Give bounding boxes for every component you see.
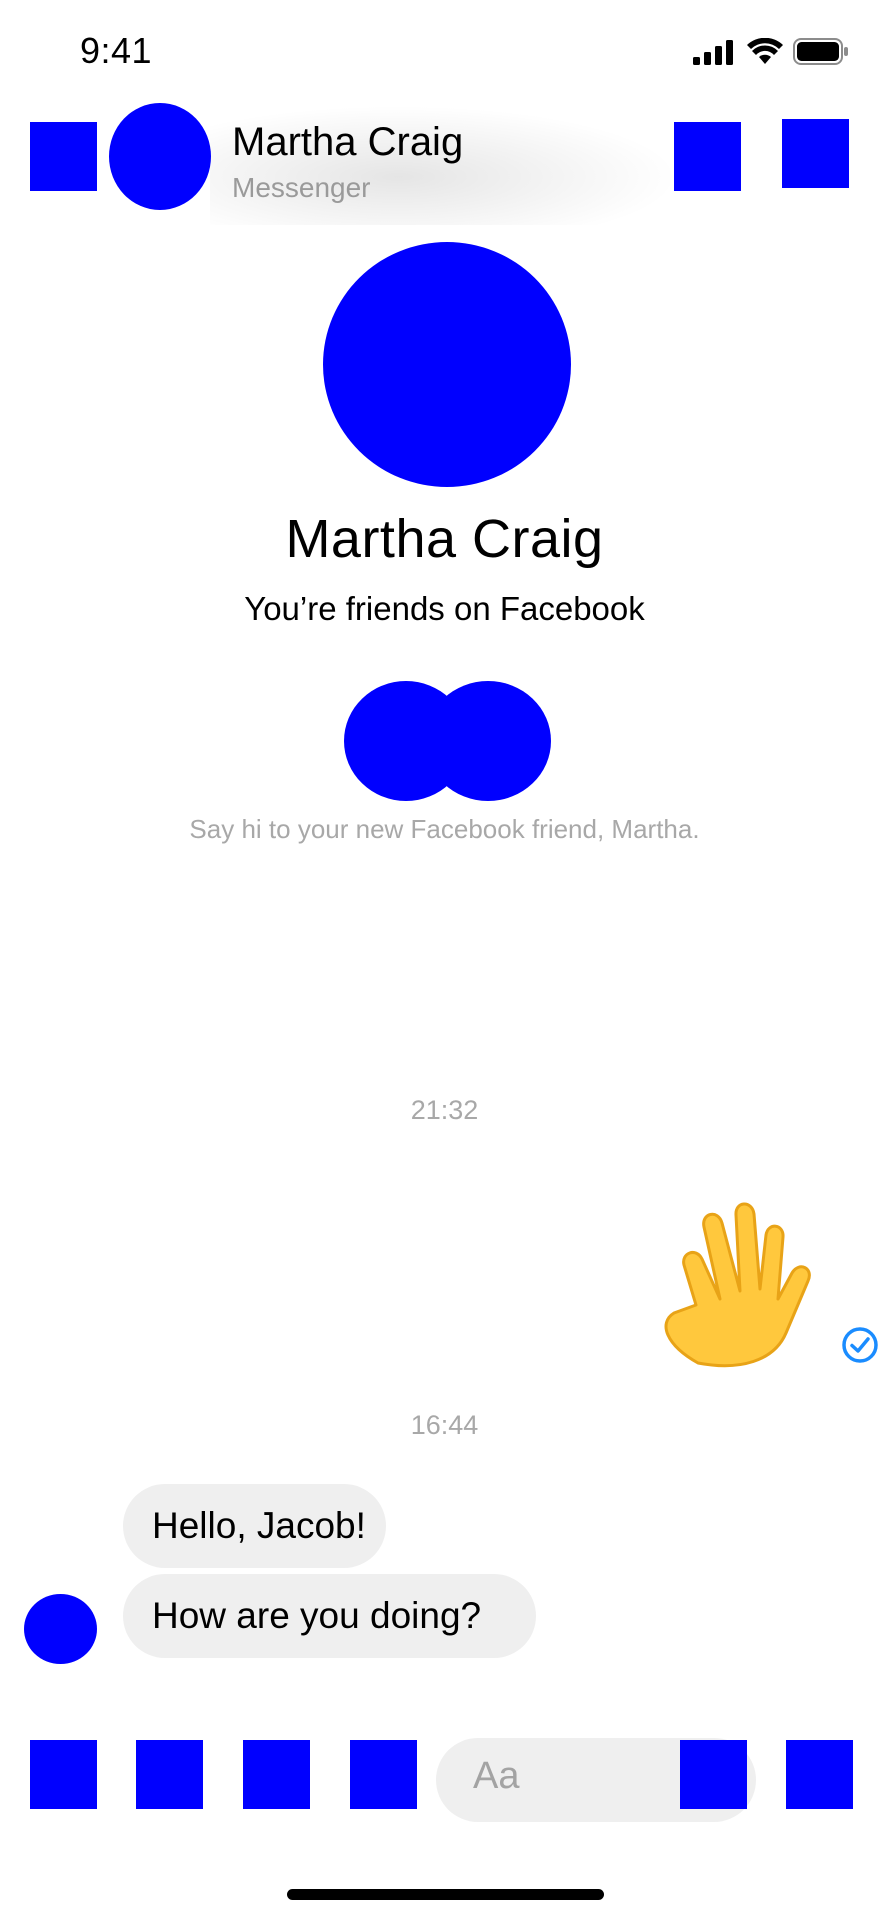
voice-message-button[interactable] [350,1740,417,1809]
message-input-placeholder[interactable]: Aa [473,1755,519,1798]
message-timestamp: 21:32 [410,1095,479,1125]
gallery-button[interactable] [243,1740,310,1809]
seen-check-icon [841,1326,879,1364]
more-actions-button[interactable] [30,1740,97,1809]
signal-icon [693,39,733,65]
wifi-icon [747,38,783,64]
header-avatar[interactable] [109,103,211,210]
camera-button[interactable] [136,1740,203,1809]
friendship-status: You’re friends on Facebook [244,590,645,627]
video-call-button[interactable] [782,119,849,188]
received-message-bubble[interactable]: How are you doing? [123,1574,536,1658]
battery-icon [793,38,848,65]
emoji-button[interactable] [680,1740,747,1809]
status-time: 9:41 [80,30,153,71]
profile-name: Martha Craig [285,509,604,569]
call-button[interactable] [674,122,741,191]
message-timestamp: 16:44 [410,1410,479,1440]
like-button[interactable] [786,1740,853,1809]
profile-avatar[interactable] [323,242,571,487]
sender-avatar[interactable] [24,1594,97,1664]
waving-hand-icon [664,1202,811,1368]
say-hi-prompt: Say hi to your new Facebook friend, Mart… [189,814,700,844]
header-contact-name[interactable]: Martha Craig [232,120,463,165]
back-button[interactable] [30,122,97,191]
mutual-avatar [425,681,551,801]
status-icons [693,38,849,65]
waving-hand-message[interactable] [636,1195,816,1370]
home-indicator[interactable] [287,1889,604,1900]
received-message-bubble[interactable]: Hello, Jacob! [123,1484,386,1568]
header-subtitle: Messenger [232,172,371,203]
